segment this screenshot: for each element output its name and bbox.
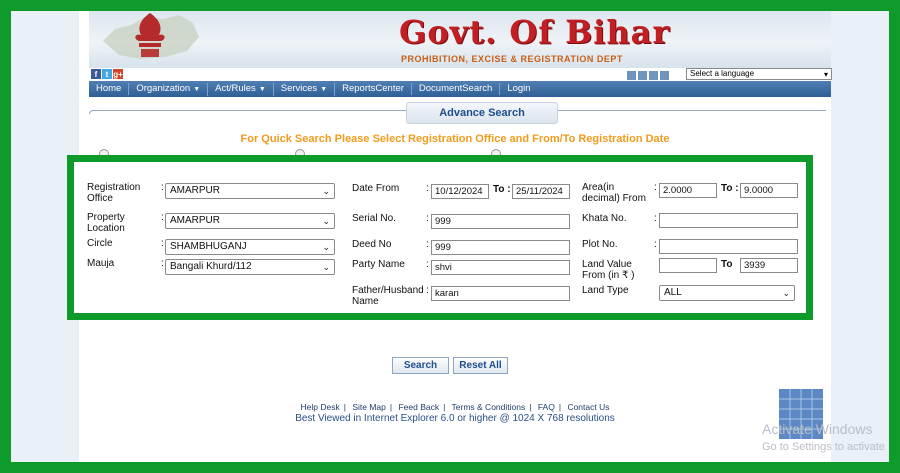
label-plot-no: Plot No. xyxy=(582,239,618,250)
nav-login[interactable]: Login xyxy=(500,83,537,95)
label-serial-no: Serial No. xyxy=(352,213,396,224)
footer-link-help-desk[interactable]: Help Desk xyxy=(301,402,340,412)
label-date-from: Date From xyxy=(352,183,400,194)
label-khata-no: Khata No. xyxy=(582,213,627,224)
reset-all-button[interactable]: Reset All xyxy=(453,357,508,374)
property-location-select[interactable]: AMARPUR ⌄ xyxy=(165,213,335,229)
label-registration-office: Registration Office xyxy=(87,182,141,204)
footer-link-feedback[interactable]: Feed Back xyxy=(398,402,439,412)
label-land-value-to: To xyxy=(721,259,733,270)
activation-watermark-title: Activate Windows xyxy=(762,421,873,437)
footer-link-terms[interactable]: Terms & Conditions xyxy=(452,402,526,412)
party-name-input[interactable]: shvi xyxy=(431,260,570,275)
area-from-input[interactable]: 2.0000 xyxy=(659,183,717,198)
quick-search-note: For Quick Search Please Select Registrat… xyxy=(240,133,670,145)
father-husband-input[interactable]: karan xyxy=(431,286,570,301)
footer-link-contact[interactable]: Contact Us xyxy=(567,402,609,412)
screenshot-frame: Govt. Of Bihar PROHIBITION, EXCISE & REG… xyxy=(0,0,900,473)
footer-link-site-map[interactable]: Site Map xyxy=(352,402,386,412)
footer-link-faq[interactable]: FAQ xyxy=(538,402,555,412)
chevron-down-icon: ▼ xyxy=(258,85,266,93)
label-date-to: To : xyxy=(493,184,511,195)
main-nav: Home Organization ▼ Act/Rules ▼ Services ▼ … xyxy=(89,81,831,97)
label-land-type: Land Type xyxy=(582,285,629,296)
footer-links: Help Desk | Site Map | Feed Back | Terms & … xyxy=(300,402,610,412)
area-to-input[interactable]: 9.0000 xyxy=(740,183,798,198)
screen-reader-access[interactable]: Screen Reader Access xyxy=(522,70,619,80)
label-property-location: Property Location xyxy=(87,212,125,234)
font-increase-icon[interactable] xyxy=(649,71,658,80)
label-deed-no: Deed No xyxy=(352,239,392,250)
label-mauja: Mauja xyxy=(87,258,115,269)
label-area-to: To : xyxy=(721,183,739,194)
land-value-from-input[interactable] xyxy=(659,258,717,273)
mauja-select[interactable]: Bangali Khurd/112 ⌄ xyxy=(165,259,335,275)
chevron-down-icon: ⌄ xyxy=(322,262,330,272)
search-form-highlight: Registration Office : AMARPUR ⌄ Property … xyxy=(67,155,813,320)
social-links: f t g+ xyxy=(91,69,123,79)
nav-document-search[interactable]: DocumentSearch xyxy=(412,83,501,95)
nav-organization[interactable]: Organization ▼ xyxy=(129,82,209,96)
chevron-down-icon: ⌄ xyxy=(322,242,330,252)
label-father-husband-name: Father/Husband Name xyxy=(352,285,424,307)
date-to-input[interactable]: 25/11/2024 xyxy=(512,184,570,199)
label-area: Area(in decimal) From xyxy=(582,182,646,204)
nav-act-rules[interactable]: Act/Rules ▼ xyxy=(208,82,274,96)
nav-reports-center[interactable]: ReportsCenter xyxy=(335,83,412,95)
label-land-value: Land Value From (in ₹ ) xyxy=(582,259,635,281)
chevron-down-icon: ▼ xyxy=(193,85,201,93)
emblem-icon xyxy=(135,13,165,57)
contrast-icon[interactable] xyxy=(660,71,669,80)
date-from-input[interactable]: 10/12/2024 xyxy=(431,184,489,199)
land-value-to-input[interactable]: 3939 xyxy=(740,258,798,273)
deed-no-input[interactable]: 999 xyxy=(431,240,570,255)
font-decrease-icon[interactable] xyxy=(627,71,636,80)
plot-no-input[interactable] xyxy=(659,239,798,254)
site-title: Govt. Of Bihar xyxy=(399,13,671,51)
activation-watermark-text: Go to Settings to activate xyxy=(762,441,885,453)
search-button[interactable]: Search xyxy=(392,357,449,374)
chevron-down-icon: ▾ xyxy=(823,70,828,79)
chevron-down-icon: ⌄ xyxy=(322,186,330,196)
department-subtitle: PROHIBITION, EXCISE & REGISTRATION DEPT xyxy=(401,54,623,64)
language-select[interactable]: Select a language ▾ xyxy=(686,68,832,80)
header-banner: Govt. Of Bihar PROHIBITION, EXCISE & REG… xyxy=(89,11,831,68)
chevron-down-icon: ▼ xyxy=(320,85,328,93)
serial-no-input[interactable]: 999 xyxy=(431,214,570,229)
khata-no-input[interactable] xyxy=(659,213,798,228)
twitter-icon[interactable]: t xyxy=(102,69,112,79)
browser-recommendation: Best Viewed in Internet Explorer 6.0 or … xyxy=(295,413,615,424)
label-circle: Circle xyxy=(87,238,113,249)
chevron-down-icon: ⌄ xyxy=(322,216,330,226)
land-type-select[interactable]: ALL ⌄ xyxy=(659,285,795,301)
tab-advance-search[interactable]: Advance Search xyxy=(406,102,558,124)
nav-services[interactable]: Services ▼ xyxy=(274,82,336,96)
registration-office-select[interactable]: AMARPUR ⌄ xyxy=(165,183,335,199)
font-reset-icon[interactable] xyxy=(638,71,647,80)
nav-home[interactable]: Home xyxy=(89,83,130,95)
label-party-name: Party Name xyxy=(352,259,405,270)
google-plus-icon[interactable]: g+ xyxy=(113,69,123,79)
facebook-icon[interactable]: f xyxy=(91,69,101,79)
chevron-down-icon: ⌄ xyxy=(782,288,790,298)
circle-select[interactable]: SHAMBHUGANJ ⌄ xyxy=(165,239,335,255)
accessibility-icons xyxy=(627,71,669,80)
